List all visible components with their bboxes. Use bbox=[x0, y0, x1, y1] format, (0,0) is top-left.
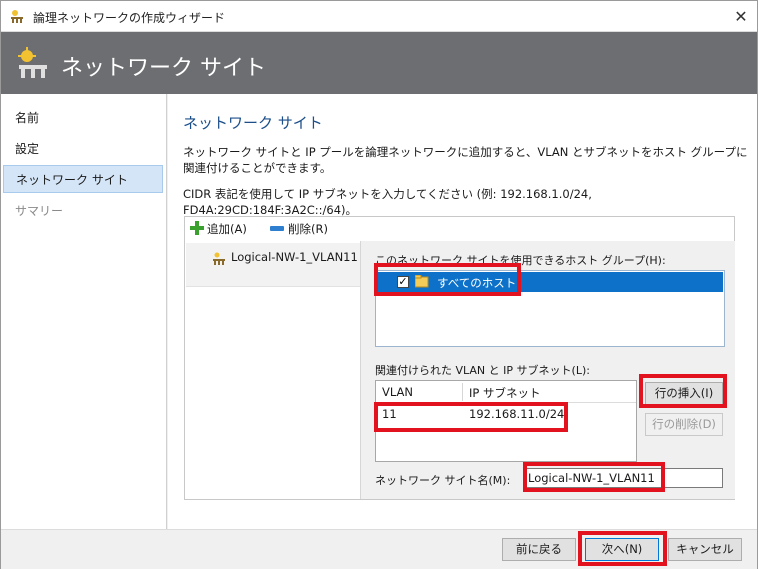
column-ip-subnet[interactable]: IP サブネット bbox=[469, 385, 540, 401]
table-row[interactable]: 11 192.168.11.0/24 bbox=[376, 403, 636, 425]
title-bar: 論理ネットワークの作成ウィザード ✕ bbox=[1, 1, 757, 32]
remove-label: 削除(R) bbox=[288, 222, 328, 236]
cell-subnet[interactable]: 192.168.11.0/24 bbox=[469, 407, 564, 421]
cell-vlan[interactable]: 11 bbox=[382, 407, 397, 421]
page-title: ネットワーク サイト bbox=[183, 114, 323, 132]
host-groups-label: このネットワーク サイトを使用できるホスト グループ(H): bbox=[375, 254, 666, 267]
table-header: VLAN IP サブネット bbox=[376, 381, 636, 403]
insert-row-button[interactable]: 行の挿入(I) bbox=[645, 382, 723, 405]
host-group-checkbox[interactable]: ✓ bbox=[397, 276, 409, 288]
wizard-steps: 名前 設定 ネットワーク サイト サマリー bbox=[1, 94, 167, 529]
site-list-item[interactable]: Logical-NW-1_VLAN11 bbox=[186, 243, 360, 287]
cancel-button[interactable]: キャンセル bbox=[668, 538, 742, 561]
site-toolbar: 追加(A) 削除(R) bbox=[185, 217, 734, 241]
banner-title: ネットワーク サイト bbox=[61, 56, 266, 81]
host-group-list[interactable]: ✓ すべてのホスト bbox=[375, 270, 725, 347]
site-label: Logical-NW-1_VLAN11 bbox=[231, 250, 358, 264]
cidr-hint: CIDR 表記を使用して IP サブネットを入力してください (例: 192.1… bbox=[183, 187, 592, 217]
column-vlan[interactable]: VLAN bbox=[382, 385, 413, 399]
next-button[interactable]: 次へ(N) bbox=[585, 538, 659, 561]
site-name-field[interactable]: Logical-NW-1_VLAN11 bbox=[523, 468, 723, 488]
close-icon[interactable]: ✕ bbox=[725, 1, 757, 32]
network-app-icon bbox=[11, 10, 23, 23]
remove-icon bbox=[270, 226, 284, 231]
site-icon bbox=[213, 252, 225, 265]
host-group-item[interactable]: ✓ すべてのホスト bbox=[377, 272, 723, 292]
step-name[interactable]: 名前 bbox=[3, 104, 163, 132]
network-site-icon bbox=[18, 47, 47, 78]
vlan-subnet-label: 関連付けられた VLAN と IP サブネット(L): bbox=[375, 364, 590, 377]
add-label: 追加(A) bbox=[207, 222, 247, 236]
step-network-site[interactable]: ネットワーク サイト bbox=[3, 165, 163, 193]
step-settings[interactable]: 設定 bbox=[3, 135, 163, 163]
back-button[interactable]: 前に戻る bbox=[502, 538, 576, 561]
header-banner: ネットワーク サイト bbox=[1, 32, 757, 94]
add-button[interactable]: 追加(A) bbox=[190, 221, 247, 237]
window-title: 論理ネットワークの作成ウィザード bbox=[33, 11, 226, 25]
remove-button[interactable]: 削除(R) bbox=[270, 221, 328, 237]
site-detail: このネットワーク サイトを使用できるホスト グループ(H): ✓ すべてのホスト… bbox=[361, 241, 735, 499]
site-list: Logical-NW-1_VLAN11 bbox=[186, 241, 361, 499]
vlan-subnet-table: VLAN IP サブネット 11 192.168.11.0/24 bbox=[375, 380, 637, 462]
add-icon bbox=[190, 221, 204, 235]
wizard-footer: 前に戻る 次へ(N) キャンセル bbox=[1, 529, 757, 569]
wizard-window: 論理ネットワークの作成ウィザード ✕ ネットワーク サイト 名前 設定 ネットワ… bbox=[0, 0, 758, 569]
page-description: ネットワーク サイトと IP プールを論理ネットワークに追加すると、VLAN と… bbox=[183, 145, 748, 175]
network-site-panel: 追加(A) 削除(R) Logical-NW-1_VLAN11 このネットワーク… bbox=[184, 216, 735, 500]
host-group-label: すべてのホスト bbox=[437, 276, 517, 290]
step-summary: サマリー bbox=[15, 204, 64, 218]
folder-icon bbox=[415, 275, 429, 288]
delete-row-button: 行の削除(D) bbox=[645, 413, 723, 436]
column-separator bbox=[462, 383, 463, 401]
site-name-label: ネットワーク サイト名(M): bbox=[375, 474, 511, 487]
